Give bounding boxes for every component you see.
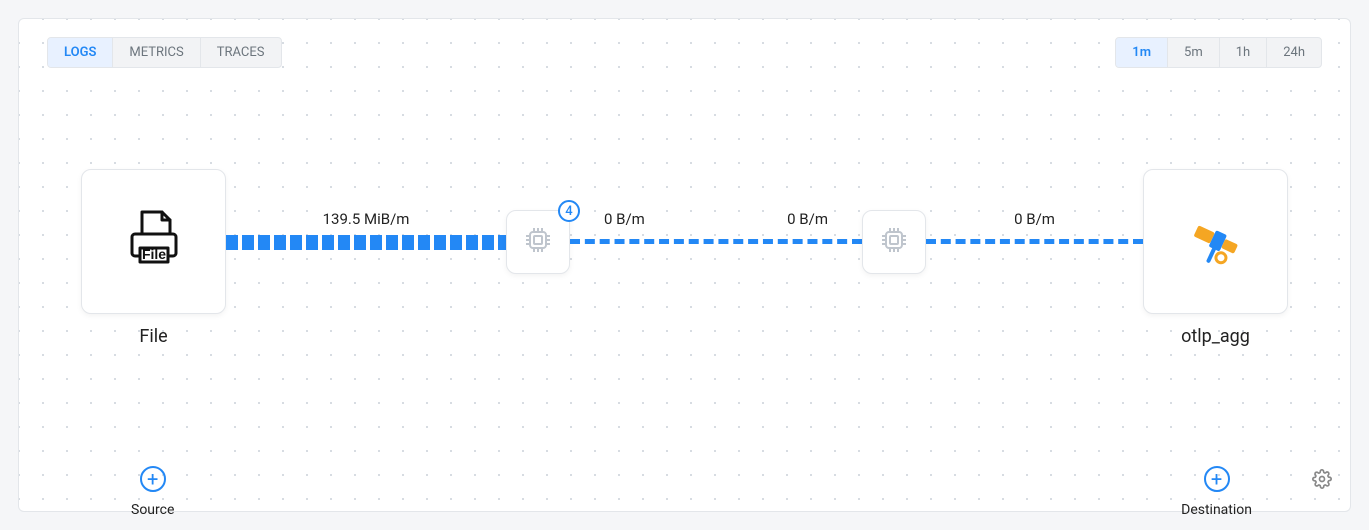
add-source[interactable]: + Source — [131, 466, 174, 518]
telescope-icon — [1180, 204, 1252, 280]
add-source-label: Source — [131, 502, 174, 518]
tab-logs[interactable]: LOGS — [48, 38, 112, 67]
processor-node-2[interactable] — [862, 210, 926, 274]
tab-traces[interactable]: TRACES — [200, 38, 281, 67]
pipeline-flow: File File — [81, 169, 1288, 339]
timerange-1m[interactable]: 1m — [1116, 38, 1167, 67]
add-destination[interactable]: + Destination — [1181, 466, 1252, 518]
edge-1-label: 139.5 MiB/m — [319, 210, 414, 228]
timerange-5m[interactable]: 5m — [1167, 38, 1219, 67]
edge-3-label: 0 B/m — [783, 210, 832, 228]
pipeline-panel: LOGS METRICS TRACES 1m 5m 1h 24h File — [18, 18, 1351, 512]
tab-metrics[interactable]: METRICS — [112, 38, 199, 67]
svg-text:File: File — [141, 246, 165, 262]
timerange-24h[interactable]: 24h — [1266, 38, 1321, 67]
chip-icon — [879, 225, 909, 259]
plus-icon: + — [140, 466, 166, 492]
source-title: File — [81, 326, 226, 347]
file-printer-icon: File — [118, 204, 190, 280]
destination-title: otlp_agg — [1143, 326, 1288, 347]
data-type-tabs: LOGS METRICS TRACES — [47, 37, 282, 68]
timerange-1h[interactable]: 1h — [1219, 38, 1266, 67]
edge-2-label: 0 B/m — [600, 210, 649, 228]
processor-node-1[interactable]: 4 — [506, 210, 570, 274]
add-destination-label: Destination — [1181, 502, 1252, 518]
plus-icon: + — [1204, 466, 1230, 492]
chip-icon — [523, 225, 553, 259]
source-node[interactable]: File File — [81, 169, 226, 347]
settings-button[interactable] — [1312, 469, 1332, 493]
time-range-tabs: 1m 5m 1h 24h — [1115, 37, 1322, 68]
processor-1-badge: 4 — [558, 200, 580, 222]
edge-4-label: 0 B/m — [1010, 210, 1059, 228]
destination-node[interactable]: otlp_agg — [1143, 169, 1288, 347]
